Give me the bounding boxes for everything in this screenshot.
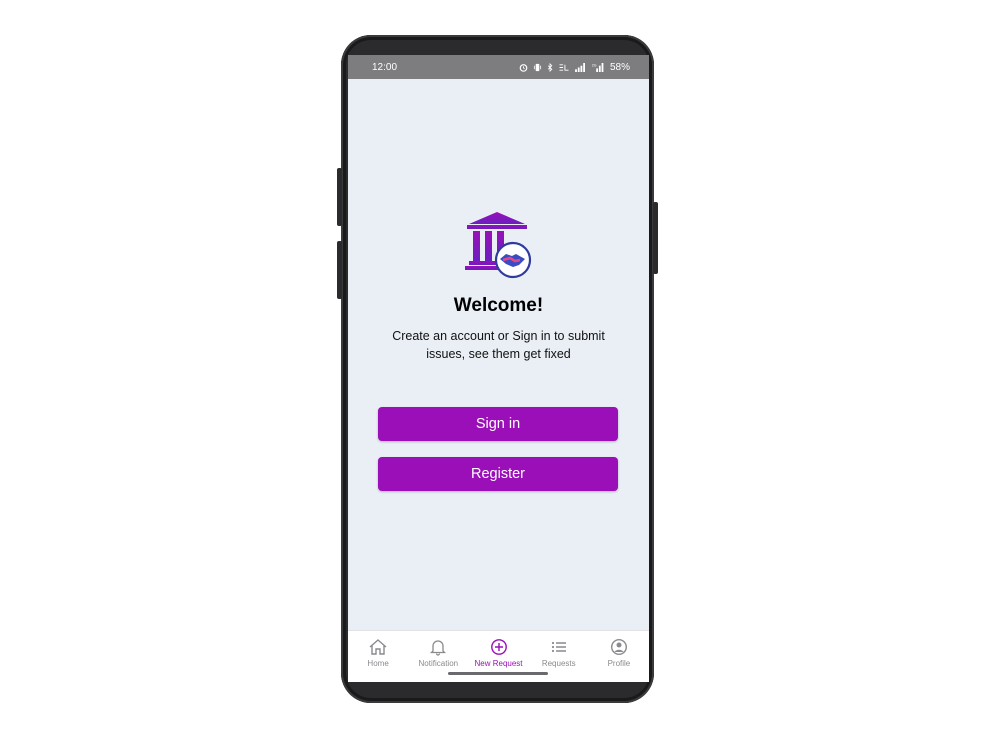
alarm-icon: [519, 63, 528, 72]
svg-text:2G: 2G: [592, 63, 597, 67]
home-icon: [369, 639, 387, 655]
power-button: [653, 202, 658, 274]
signal-icon: [575, 62, 585, 72]
signal-icon-2: 2G: [592, 62, 604, 72]
volume-up-button: [337, 168, 342, 226]
municipal-handshake-logo-icon: [465, 212, 532, 279]
vibrate-icon: [533, 63, 542, 71]
volte-icon: [559, 63, 569, 71]
volume-down-button: [337, 241, 342, 299]
battery-level: 58%: [609, 61, 630, 73]
nav-label-profile: Profile: [607, 659, 631, 668]
welcome-subtitle: Create an account or Sign in to submit i…: [392, 329, 605, 361]
status-icons: 2G 58%: [519, 62, 630, 73]
nav-label-notification: Notification: [418, 659, 459, 668]
profile-icon: [610, 638, 627, 656]
status-time: 12:00: [372, 61, 398, 73]
plus-circle-icon: [490, 639, 507, 655]
nav-label-requests: Requests: [541, 659, 576, 668]
bluetooth-icon: [547, 62, 553, 72]
nav-item-profile[interactable]: Profile: [589, 631, 649, 682]
welcome-content: Welcome! Create an account or Sign in to…: [348, 79, 649, 630]
welcome-title: Welcome!: [453, 295, 544, 316]
nav-label-new-request: New Request: [474, 659, 523, 668]
sign-in-button[interactable]: Sign in: [378, 407, 618, 441]
nav-label-home: Home: [367, 659, 389, 668]
bell-icon: [430, 640, 447, 656]
status-bar: 12:00 2G 58%: [348, 55, 649, 79]
list-icon: [551, 641, 566, 653]
register-button[interactable]: Register: [378, 457, 618, 491]
home-indicator[interactable]: [448, 672, 548, 675]
nav-item-home[interactable]: Home: [348, 631, 408, 682]
app-screen: 12:00 2G 58% Welcome! Create an account …: [348, 55, 649, 682]
